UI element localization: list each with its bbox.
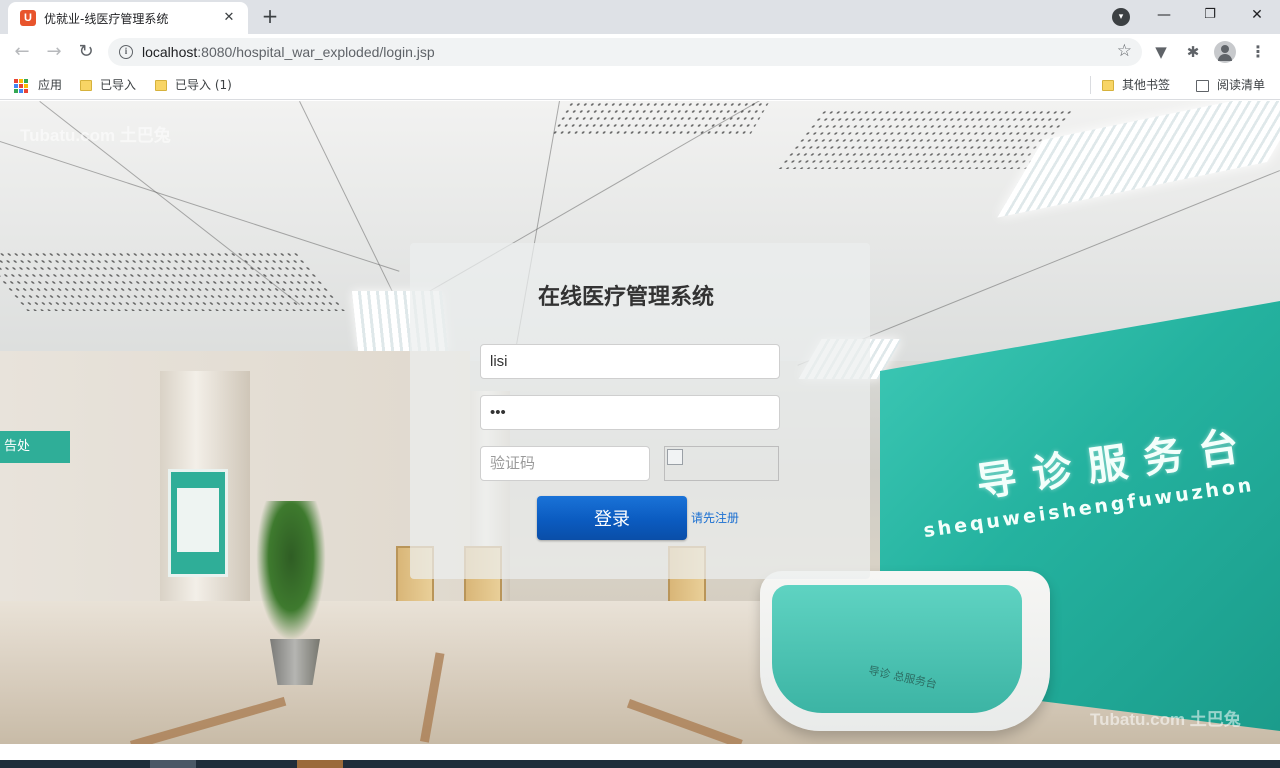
- bookmarks-divider: [1090, 76, 1091, 94]
- profile-avatar-icon[interactable]: [1214, 41, 1236, 63]
- username-field[interactable]: [480, 344, 780, 379]
- login-button[interactable]: 登录: [537, 496, 687, 540]
- potted-plant: [256, 501, 326, 641]
- close-window-button[interactable]: ✕: [1234, 0, 1280, 30]
- tab-title: 优就业-线医疗管理系统: [44, 12, 169, 26]
- bookmark-star-icon[interactable]: ☆: [1117, 41, 1132, 61]
- reception-desk: 导诊 总服务台: [760, 571, 1050, 731]
- reception-desk-front: [772, 585, 1022, 713]
- register-link[interactable]: 请先注册: [691, 509, 739, 526]
- address-bar[interactable]: i localhost:8080/hospital_war_exploded/l…: [108, 38, 1142, 66]
- plant-pot: [270, 639, 320, 685]
- tab-search-icon[interactable]: ▾: [1112, 8, 1130, 26]
- reload-icon[interactable]: ↻: [74, 40, 98, 64]
- apps-grid-icon: [14, 78, 28, 93]
- folder-icon: [80, 80, 92, 91]
- minimize-button[interactable]: —: [1141, 0, 1187, 30]
- page-viewport: 导诊服务台 shequweishengfuwuzhon 导诊 总服务台 告处 T…: [0, 101, 1280, 744]
- info-board-screen: [177, 488, 219, 552]
- browser-toolbar: ← → ↻ i localhost:8080/hospital_war_expl…: [0, 34, 1280, 70]
- close-tab-icon[interactable]: ✕: [220, 9, 238, 27]
- password-field[interactable]: [480, 395, 780, 430]
- bookmark-other-label: 其他书签: [1122, 78, 1171, 92]
- reading-list-icon: [1196, 79, 1209, 92]
- url-host: localhost: [142, 44, 198, 60]
- perforated-tile: [776, 109, 1074, 169]
- watermark: Tubatu.com 土巴兔: [20, 126, 171, 145]
- bookmarks-bar: 应用 已导入 已导入 (1) 其他书签 阅读清单: [0, 70, 1280, 100]
- extensions-icon[interactable]: ✱: [1182, 41, 1204, 63]
- new-tab-button[interactable]: +: [258, 5, 282, 29]
- reading-list-label: 阅读清单: [1217, 78, 1266, 92]
- perforated-tile: [550, 101, 770, 135]
- browser-tab[interactable]: U 优就业-线医疗管理系统 ✕: [8, 2, 248, 34]
- tab-strip: U 优就业-线医疗管理系统 ✕ + ▾ — ❐ ✕: [0, 0, 1280, 34]
- page-title: 在线医疗管理系统: [537, 285, 714, 310]
- folder-icon: [155, 80, 167, 91]
- bookmark-apps-label: 应用: [38, 78, 63, 92]
- site-info-icon[interactable]: i: [119, 45, 133, 59]
- taskbar-app[interactable]: [297, 760, 343, 768]
- bookmark-folder-label: 已导入: [100, 78, 137, 92]
- taskbar-app[interactable]: [150, 760, 196, 768]
- left-wall-sign: 告处: [0, 431, 70, 463]
- forward-icon[interactable]: →: [42, 40, 66, 64]
- url-text: localhost:8080/hospital_war_exploded/log…: [142, 44, 435, 60]
- perforated-tile: [0, 251, 346, 311]
- restore-button[interactable]: ❐: [1187, 0, 1233, 30]
- bookmark-apps[interactable]: 应用: [14, 77, 62, 93]
- bookmark-folder-label: 已导入 (1): [175, 78, 232, 92]
- info-board: [168, 469, 228, 577]
- url-path: :8080/hospital_war_exploded/login.jsp: [197, 44, 435, 60]
- folder-icon: [1102, 80, 1114, 91]
- login-card: 在线医疗管理系统 登录 请先注册: [410, 243, 870, 579]
- vue-devtools-icon[interactable]: ▼: [1150, 41, 1172, 63]
- back-icon[interactable]: ←: [10, 40, 34, 64]
- watermark: Tubatu.com 土巴兔: [1090, 710, 1241, 729]
- captcha-image[interactable]: [664, 446, 779, 481]
- bookmark-folder-imported[interactable]: 已导入: [80, 77, 136, 93]
- site-favicon-icon: U: [20, 10, 36, 26]
- bookmark-folder-imported-1[interactable]: 已导入 (1): [155, 77, 232, 93]
- bookmark-other[interactable]: 其他书签: [1102, 77, 1170, 93]
- reading-list[interactable]: 阅读清单: [1196, 77, 1265, 93]
- captcha-field[interactable]: [480, 446, 650, 481]
- browser-menu-icon[interactable]: ⋮: [1250, 41, 1266, 63]
